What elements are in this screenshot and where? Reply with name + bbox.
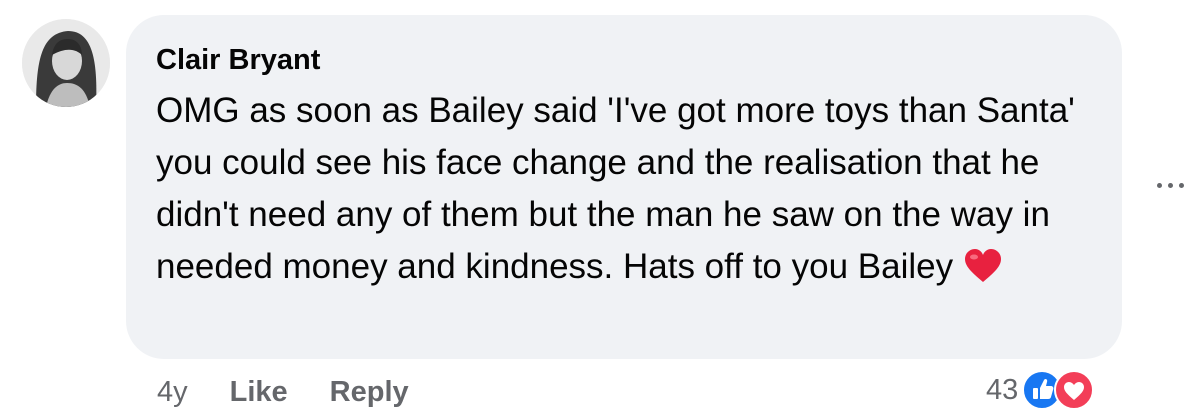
reply-button[interactable]: Reply xyxy=(330,376,409,409)
profile-photo xyxy=(22,19,110,107)
reaction-summary[interactable]: 43 xyxy=(986,370,1098,410)
comment-bubble: Clair Bryant OMG as soon as Bailey said … xyxy=(126,15,1122,359)
like-button[interactable]: Like xyxy=(230,376,288,409)
love-reaction-icon xyxy=(1054,370,1095,415)
comment-author[interactable]: Clair Bryant xyxy=(156,43,1082,77)
timestamp[interactable]: 4y xyxy=(157,376,188,409)
more-options-button[interactable] xyxy=(1148,170,1192,200)
reaction-count: 43 xyxy=(986,373,1019,406)
more-icon xyxy=(1156,182,1184,188)
comment-body: OMG as soon as Bailey said 'I've got mor… xyxy=(156,85,1076,299)
avatar[interactable] xyxy=(22,19,110,107)
red-heart-icon xyxy=(963,247,1003,299)
reaction-icons xyxy=(1022,370,1098,410)
comment-actions: 4y Like Reply xyxy=(157,372,409,412)
comment-text: OMG as soon as Bailey said 'I've got mor… xyxy=(156,91,1075,286)
